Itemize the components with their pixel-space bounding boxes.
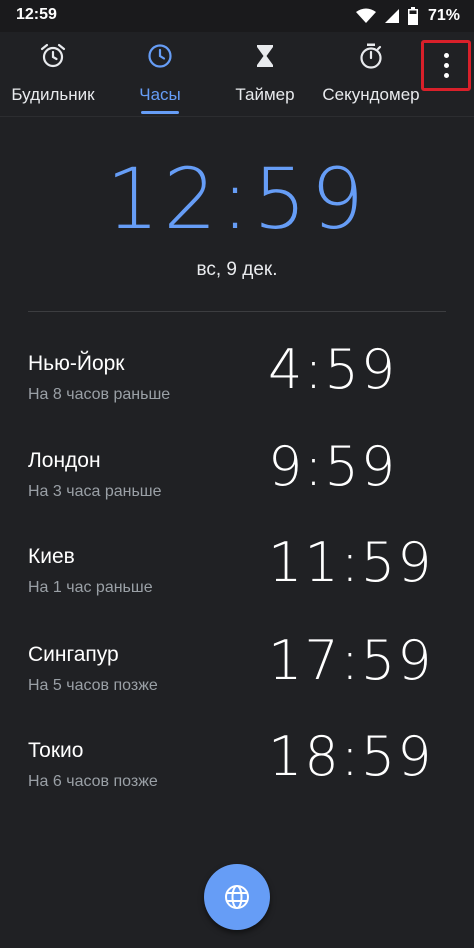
tab-bar: Будильник Часы Таймер Секундомер	[0, 32, 474, 117]
city-name: Сингапур	[28, 643, 119, 666]
tab-label: Часы	[139, 85, 181, 104]
tab-alarm[interactable]: Будильник	[0, 32, 106, 116]
current-time: 12:59	[105, 150, 369, 248]
city-name: Нью-Йорк	[28, 352, 125, 375]
signal-icon	[384, 9, 399, 23]
battery-percent: 71%	[427, 7, 460, 24]
alarm-icon	[40, 43, 66, 68]
city-time: 4:59	[268, 338, 398, 401]
tab-label: Секундомер	[322, 85, 420, 104]
city-row[interactable]: Сингапур На 5 часов позже 17:59	[0, 629, 474, 733]
city-offset: На 6 часов позже	[28, 773, 158, 790]
city-time: 9:59	[268, 435, 398, 498]
hourglass-icon	[257, 45, 273, 67]
status-time: 12:59	[16, 6, 57, 23]
city-time: 18:59	[268, 725, 434, 788]
city-offset: На 1 час раньше	[28, 579, 153, 596]
more-options-button[interactable]	[421, 40, 471, 91]
status-bar: 12:59 71%	[0, 0, 474, 32]
city-offset: На 5 часов позже	[28, 677, 158, 694]
city-row[interactable]: Лондон На 3 часа раньше 9:59	[0, 435, 474, 539]
tab-timer[interactable]: Таймер	[226, 32, 304, 116]
divider	[28, 311, 446, 312]
tab-label: Будильник	[11, 85, 95, 104]
city-row[interactable]: Киев На 1 час раньше 11:59	[0, 531, 474, 635]
wifi-icon	[355, 8, 376, 23]
tab-stopwatch[interactable]: Секундомер	[318, 32, 424, 116]
city-name: Киев	[28, 545, 75, 568]
stopwatch-icon	[360, 43, 382, 69]
city-row[interactable]: Нью-Йорк На 8 часов раньше 4:59	[0, 338, 474, 442]
city-row[interactable]: Токио На 6 часов позже 18:59	[0, 725, 474, 829]
tab-clock[interactable]: Часы	[106, 32, 214, 116]
status-icons: 71%	[355, 4, 460, 28]
city-time: 17:59	[268, 629, 434, 692]
city-time: 11:59	[268, 531, 434, 594]
city-offset: На 8 часов раньше	[28, 386, 171, 403]
city-name: Токио	[28, 739, 84, 762]
active-tab-indicator	[141, 111, 179, 114]
clock-icon	[148, 44, 172, 68]
globe-icon	[225, 885, 249, 909]
tab-label: Таймер	[235, 85, 295, 104]
current-date: вс, 9 дек.	[196, 259, 278, 280]
battery-icon	[407, 7, 418, 25]
city-name: Лондон	[28, 449, 101, 472]
add-city-button[interactable]	[204, 864, 270, 930]
city-offset: На 3 часа раньше	[28, 483, 162, 500]
